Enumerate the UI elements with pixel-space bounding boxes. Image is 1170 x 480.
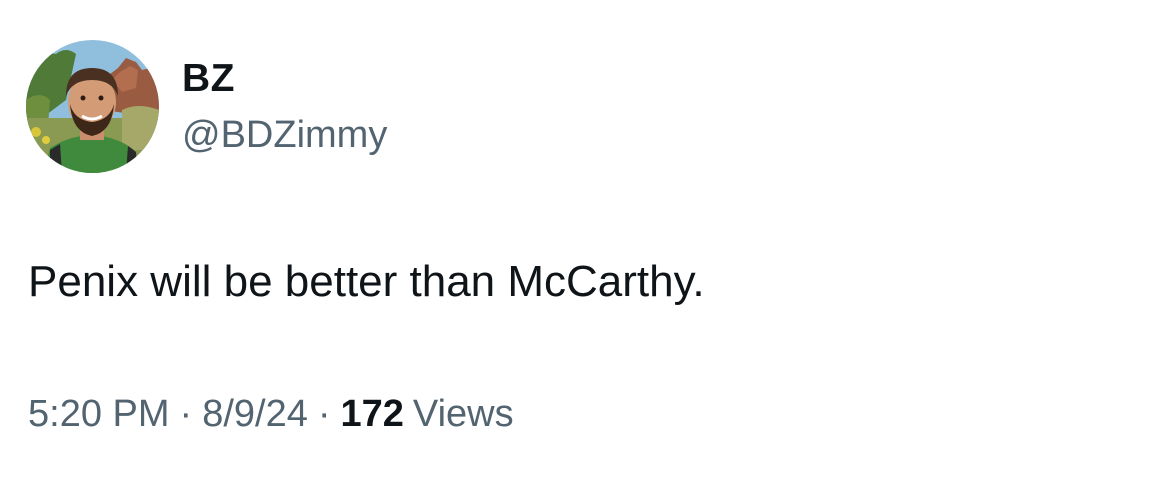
tweet-date[interactable]: 8/9/24: [202, 390, 308, 438]
meta-separator: ·: [317, 393, 331, 435]
tweet-time[interactable]: 5:20 PM: [28, 390, 170, 438]
tweet-card[interactable]: BZ @BDZimmy Penix will be better than Mc…: [0, 0, 1170, 480]
tweet-meta: 5:20 PM · 8/9/24 · 172 Views: [28, 390, 514, 438]
meta-separator: ·: [179, 393, 193, 435]
avatar[interactable]: [26, 40, 159, 173]
author-handle[interactable]: @BDZimmy: [182, 112, 387, 158]
author-display-name[interactable]: BZ: [182, 56, 235, 102]
views-count: 172: [340, 393, 404, 435]
profile-photo-icon: [26, 40, 159, 173]
tweet-text: Penix will be better than McCarthy.: [28, 257, 705, 306]
views-label: Views: [412, 393, 514, 435]
